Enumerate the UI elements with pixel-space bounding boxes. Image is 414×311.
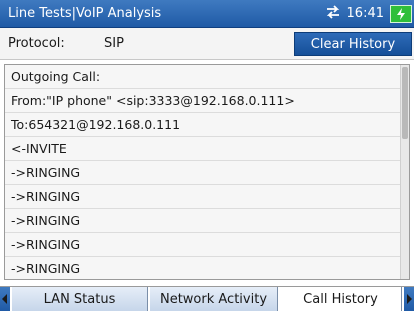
log-line: To:654321@192.168.0.111: [5, 113, 401, 137]
log-line: ->RINGING: [5, 209, 401, 233]
tab-network-activity[interactable]: Network Activity: [150, 287, 278, 311]
tab-lan-status[interactable]: LAN Status: [12, 287, 148, 311]
log-line: ->RINGING: [5, 257, 401, 279]
log-line: From:"IP phone" <sip:3333@192.168.0.111>: [5, 89, 401, 113]
title-bar: Line Tests|VoIP Analysis 16:41: [0, 0, 414, 28]
clear-history-button[interactable]: Clear History: [294, 32, 412, 56]
log-line: <-INVITE: [5, 137, 401, 161]
log-scrollbar[interactable]: [400, 65, 409, 279]
status-area: 16:41: [325, 4, 414, 23]
tab-scroll-right-button[interactable]: [404, 287, 414, 311]
chevron-right-icon: [407, 294, 412, 304]
protocol-row: Protocol: SIP Clear History: [0, 28, 414, 60]
log-scrollbar-thumb[interactable]: [402, 67, 408, 139]
window-title: Line Tests|VoIP Analysis: [8, 6, 162, 21]
protocol-value: SIP: [104, 36, 124, 51]
protocol-label: Protocol:: [8, 36, 65, 51]
log-line: ->RINGING: [5, 161, 401, 185]
tab-bar: LAN Status Network Activity Call History: [0, 286, 414, 311]
call-log-list: Outgoing Call: From:"IP phone" <sip:3333…: [5, 65, 401, 279]
tab-call-history[interactable]: Call History: [280, 287, 402, 311]
battery-charging-icon: [390, 4, 412, 23]
network-transfer-icon: [325, 4, 341, 23]
log-line: Outgoing Call:: [5, 65, 401, 89]
log-line: ->RINGING: [5, 233, 401, 257]
chevron-left-icon: [2, 294, 7, 304]
call-log-panel: Outgoing Call: From:"IP phone" <sip:3333…: [4, 64, 410, 280]
tab-scroll-left-button[interactable]: [0, 287, 10, 311]
clock: 16:41: [346, 6, 384, 21]
log-line: ->RINGING: [5, 185, 401, 209]
